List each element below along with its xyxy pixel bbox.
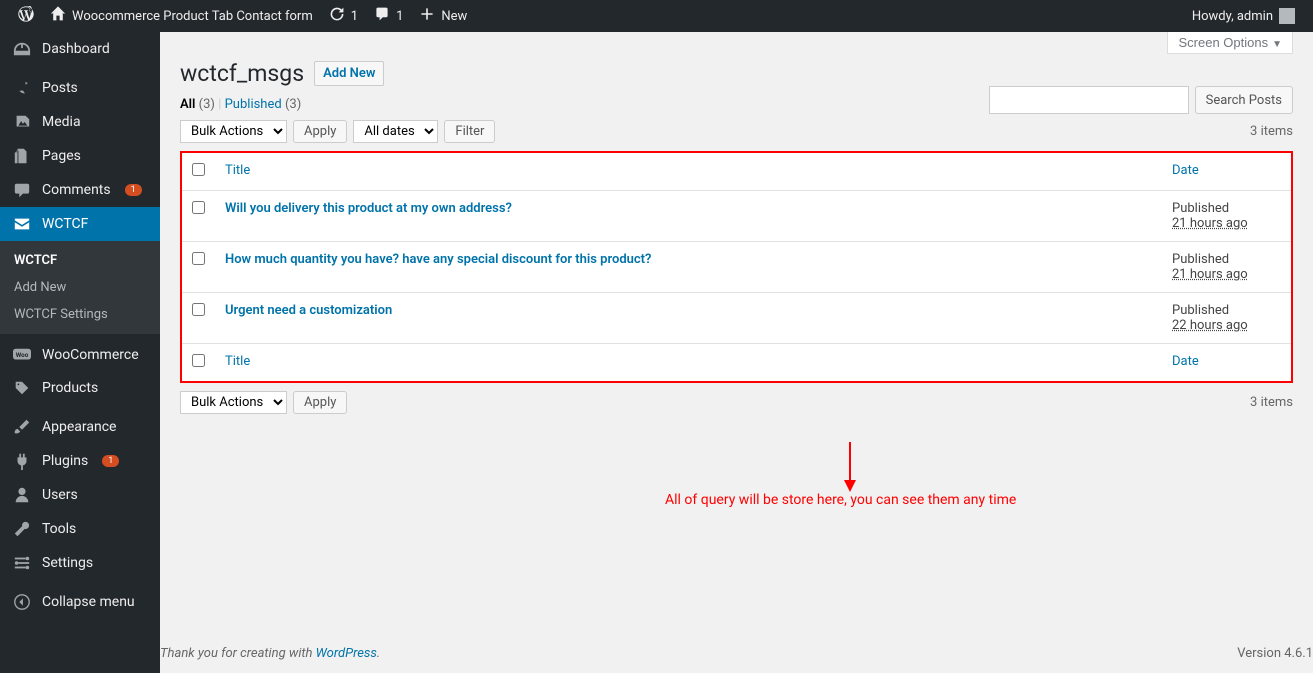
menu-pages[interactable]: Pages (0, 139, 160, 173)
collapse-icon (12, 593, 32, 611)
search-button[interactable]: Search Posts (1195, 86, 1293, 114)
main-content: Screen Options▼ wctcf_msgs Add New Searc… (160, 32, 1313, 673)
posts-table: Title Date Will you delivery this produc… (180, 151, 1293, 383)
new-content-link[interactable]: New (411, 0, 475, 32)
pin-icon (12, 79, 32, 97)
updates-count: 1 (351, 9, 358, 24)
row-checkbox[interactable] (192, 303, 205, 316)
col-date-sort[interactable]: Date (1172, 163, 1199, 178)
filter-button[interactable]: Filter (444, 120, 495, 143)
submenu-add-new[interactable]: Add New (0, 274, 160, 301)
table-row: How much quantity you have? have any spe… (181, 242, 1292, 293)
menu-products[interactable]: Products (0, 371, 160, 405)
page-title: wctcf_msgs (180, 60, 304, 87)
comments-link[interactable]: 1 (366, 0, 411, 32)
bulk-actions-select-bottom[interactable]: Bulk Actions (180, 391, 287, 414)
menu-media[interactable]: Media (0, 105, 160, 139)
chevron-down-icon: ▼ (1272, 39, 1282, 50)
menu-plugins[interactable]: Plugins1 (0, 444, 160, 478)
items-count-bottom: 3 items (1250, 395, 1293, 410)
row-checkbox[interactable] (192, 252, 205, 265)
collapse-menu[interactable]: Collapse menu (0, 585, 160, 619)
plugins-badge: 1 (102, 455, 119, 467)
menu-users[interactable]: Users (0, 478, 160, 512)
bulk-actions-select[interactable]: Bulk Actions (180, 120, 287, 143)
menu-comments[interactable]: Comments1 (0, 173, 160, 207)
post-title-link[interactable]: How much quantity you have? have any spe… (225, 252, 651, 267)
menu-tools[interactable]: Tools (0, 512, 160, 546)
add-new-button[interactable]: Add New (314, 61, 384, 86)
avatar (1279, 8, 1295, 24)
admin-sidebar: Dashboard Posts Media Pages Comments1 WC… (0, 32, 160, 673)
annotation-arrow-icon (840, 442, 860, 492)
site-name: Woocommerce Product Tab Contact form (72, 9, 313, 24)
row-checkbox[interactable] (192, 201, 205, 214)
wp-version: Version 4.6.1 (1237, 646, 1313, 661)
menu-wctcf[interactable]: WCTCF (0, 207, 160, 241)
apply-button-bottom[interactable]: Apply (293, 391, 347, 414)
wp-logo[interactable] (10, 0, 42, 32)
menu-settings[interactable]: Settings (0, 546, 160, 580)
user-icon (12, 486, 32, 504)
annotation-text: All of query will be store here, you can… (665, 492, 1016, 508)
settings-icon (12, 554, 32, 572)
mail-icon (12, 215, 32, 233)
filter-published[interactable]: Published (3) (225, 97, 302, 112)
submenu-wctcf-main[interactable]: WCTCF (0, 247, 160, 274)
col-date-sort-bottom[interactable]: Date (1172, 354, 1199, 369)
media-icon (12, 113, 32, 131)
my-account[interactable]: Howdy, admin (1184, 0, 1303, 32)
admin-footer: Thank you for creating with WordPress. V… (160, 634, 1313, 673)
page-icon (12, 147, 32, 165)
comments-badge: 1 (125, 184, 142, 196)
search-input[interactable] (989, 86, 1189, 114)
updates-link[interactable]: 1 (321, 0, 366, 32)
dashboard-icon (12, 40, 32, 58)
wordpress-icon (18, 6, 34, 26)
comments-bubble-count: 1 (396, 9, 403, 24)
wrench-icon (12, 520, 32, 538)
woo-icon: Woo (12, 348, 32, 362)
brush-icon (12, 418, 32, 436)
plus-icon (419, 6, 435, 26)
select-all-checkbox[interactable] (192, 163, 205, 176)
svg-text:Woo: Woo (16, 351, 29, 359)
col-title-sort-bottom[interactable]: Title (225, 354, 250, 369)
admin-bar: Woocommerce Product Tab Contact form 1 1… (0, 0, 1313, 32)
post-title-link[interactable]: Will you delivery this product at my own… (225, 201, 512, 216)
wordpress-link[interactable]: WordPress (316, 646, 377, 661)
col-title-sort[interactable]: Title (225, 163, 250, 178)
menu-posts[interactable]: Posts (0, 71, 160, 105)
menu-appearance[interactable]: Appearance (0, 410, 160, 444)
product-icon (12, 379, 32, 397)
date-filter-select[interactable]: All dates (353, 120, 438, 143)
refresh-icon (329, 6, 345, 26)
post-title-link[interactable]: Urgent need a customization (225, 303, 392, 318)
comment-icon (12, 181, 32, 199)
menu-dashboard[interactable]: Dashboard (0, 32, 160, 66)
table-row: Will you delivery this product at my own… (181, 191, 1292, 242)
site-name-link[interactable]: Woocommerce Product Tab Contact form (42, 0, 321, 32)
home-icon (50, 6, 66, 26)
select-all-checkbox-bottom[interactable] (192, 354, 205, 367)
items-count: 3 items (1250, 124, 1293, 139)
submenu-settings[interactable]: WCTCF Settings (0, 301, 160, 328)
table-row: Urgent need a customization Published22 … (181, 293, 1292, 344)
apply-button[interactable]: Apply (293, 120, 347, 143)
submenu-wctcf: WCTCF Add New WCTCF Settings (0, 241, 160, 334)
comment-icon (374, 6, 390, 26)
plug-icon (12, 452, 32, 470)
screen-options-button[interactable]: Screen Options▼ (1167, 32, 1293, 54)
menu-woocommerce[interactable]: WooWooCommerce (0, 339, 160, 371)
screen-options-tab: Screen Options▼ (1167, 32, 1293, 54)
